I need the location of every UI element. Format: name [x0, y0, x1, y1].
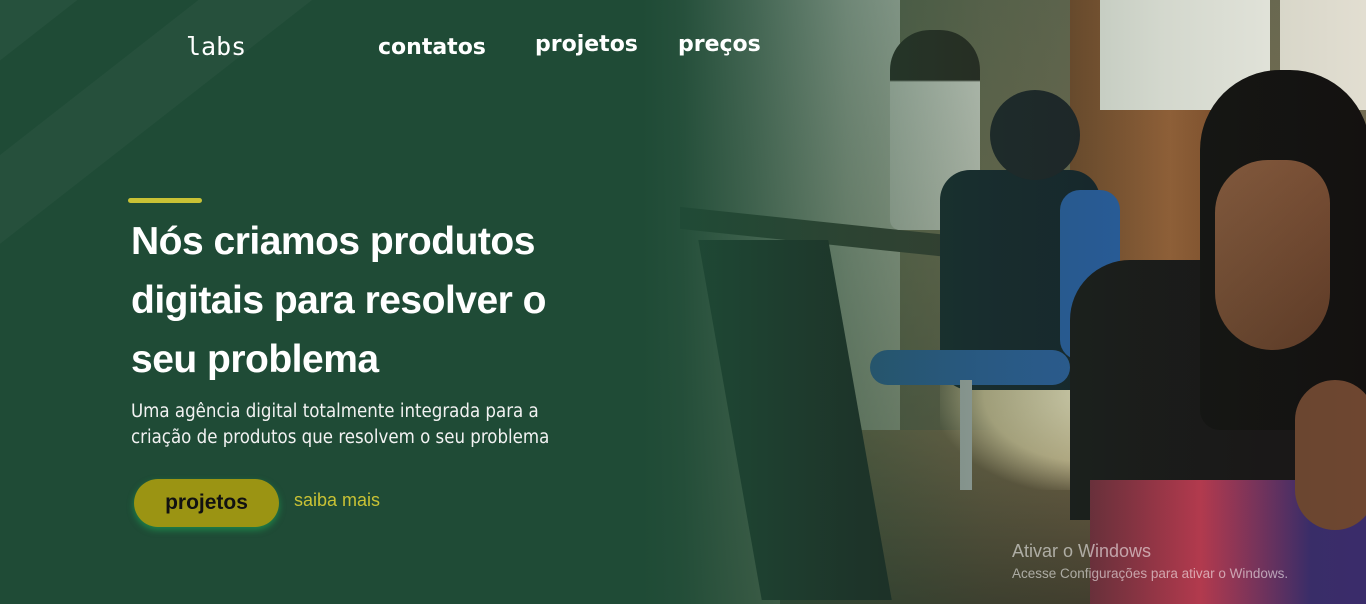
nav-link-projetos[interactable]: projetos — [535, 32, 638, 57]
nav-link-precos[interactable]: preços — [678, 32, 761, 57]
windows-activation-subtitle: Acesse Configurações para ativar o Windo… — [1012, 566, 1289, 581]
windows-activation-title: Ativar o Windows — [1012, 541, 1152, 561]
nav-link-contatos[interactable]: contatos — [378, 35, 486, 60]
projetos-button[interactable]: projetos — [134, 479, 279, 527]
logo[interactable]: labs — [186, 32, 246, 61]
hero-subtitle-line-1: Uma agência digital totalmente integrada… — [131, 401, 539, 422]
accent-bar — [128, 198, 202, 203]
hero-subtitle-line-2: criação de produtos que resolvem o seu p… — [131, 427, 550, 448]
hero-subtitle: Uma agência digital totalmente integrada… — [131, 399, 601, 451]
saiba-mais-link[interactable]: saiba mais — [294, 490, 380, 511]
hero-headline: Nós criamos produtos digitais para resol… — [131, 220, 547, 381]
